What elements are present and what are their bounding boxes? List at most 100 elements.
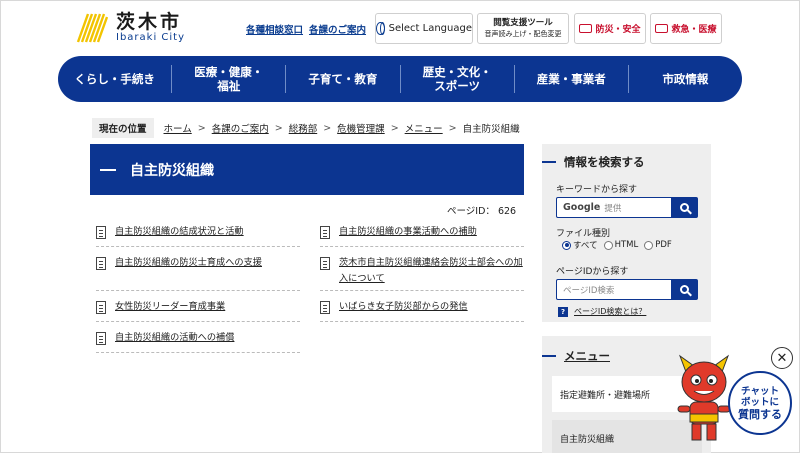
emergency-label: 救急・医療 <box>671 25 717 35</box>
link-activity-subsidy[interactable]: 自主防災組織の事業活動への補助 <box>339 224 477 240</box>
page-title: 自主防災組織 <box>130 162 214 179</box>
globe-icon <box>376 22 385 35</box>
breadcrumb-separator: > <box>197 122 206 134</box>
keyword-search-button[interactable] <box>671 198 697 217</box>
breadcrumb: 現在の位置 ホーム > 各課のご案内 > 総務部 > 危機管理課 > メニュー … <box>92 118 520 138</box>
breadcrumb-menu[interactable]: メニュー <box>405 121 443 135</box>
document-icon <box>320 301 330 314</box>
title-dash <box>100 168 116 171</box>
document-icon <box>320 226 330 239</box>
pageid-search-box: ページID検索 <box>556 279 698 300</box>
list-item: 自主防災組織の結成状況と活動 <box>96 224 300 247</box>
chatbot-line2: ボットに <box>740 396 779 408</box>
filetype-radio-all[interactable]: すべて <box>562 239 598 251</box>
global-nav: くらし・手続き 医療・健康・福祉 子育て・教育 歴史・文化・スポーツ 産業・事業… <box>58 56 742 102</box>
document-icon <box>96 301 106 314</box>
page-id: ページID： 626 <box>447 206 517 217</box>
emergency-medical-button[interactable]: 救急・医療 <box>650 13 722 44</box>
radio-dot <box>644 240 654 250</box>
list-item: いばらき女子防災部からの発信 <box>320 299 524 322</box>
pageid-help-link[interactable]: ページID検索とは？ <box>574 306 646 317</box>
alert-icon <box>579 24 593 33</box>
pageid-search-input[interactable]: ページID検索 <box>557 280 671 299</box>
chatbot-line3: 質問する <box>738 407 782 421</box>
filetype-radio-html[interactable]: HTML <box>603 240 639 250</box>
tool-sub-label: 音声読み上げ・配色変更 <box>484 29 562 38</box>
breadcrumb-here-label: 現在の位置 <box>92 118 154 138</box>
pageid-label: ページIDから探す <box>556 267 629 277</box>
breadcrumb-crisis-management[interactable]: 危機管理課 <box>337 121 385 135</box>
keyword-search-box: Google 提供 <box>556 197 698 218</box>
question-icon: ? <box>558 306 568 317</box>
pageid-help: ? ページID検索とは？ <box>558 306 646 317</box>
guide-link[interactable]: 各課のご案内 <box>309 22 366 36</box>
logo-mark-icon <box>76 12 108 44</box>
select-language-label: Select Language <box>388 23 472 34</box>
disaster-label: 防災・安全 <box>595 25 641 35</box>
consult-link[interactable]: 各種相談窓口 <box>246 22 303 36</box>
breadcrumb-general-affairs[interactable]: 総務部 <box>289 121 318 135</box>
filetype-radio-pdf[interactable]: PDF <box>644 240 672 250</box>
google-label: Google <box>563 202 601 213</box>
search-heading-label: 情報を検索する <box>564 155 645 169</box>
search-icon <box>679 285 689 294</box>
ambulance-icon <box>655 24 669 33</box>
search-icon <box>679 203 689 212</box>
chatbot-button[interactable]: チャット ボットに 質問する <box>728 371 792 435</box>
nav-item-culture[interactable]: 歴史・文化・スポーツ <box>401 65 515 93</box>
document-icon <box>96 257 106 270</box>
filetype-pdf-label: PDF <box>655 240 672 250</box>
breadcrumb-guide[interactable]: 各課のご案内 <box>212 121 269 135</box>
link-women-leader[interactable]: 女性防災リーダー育成事業 <box>115 299 225 315</box>
nav-item-city-info[interactable]: 市政情報 <box>629 65 742 93</box>
breadcrumb-current: 自主防災組織 <box>462 124 520 135</box>
link-liaison-membership[interactable]: 茨木市自主防災組織連絡会防災士部会への加入について <box>339 255 524 287</box>
breadcrumb-separator: > <box>323 122 332 134</box>
nav-item-health[interactable]: 医療・健康・福祉 <box>172 65 287 93</box>
list-item: 自主防災組織の活動への補償 <box>96 330 300 353</box>
keyword-search-input[interactable]: Google 提供 <box>557 198 671 217</box>
breadcrumb-separator: > <box>274 122 283 134</box>
heading-dash <box>542 161 556 163</box>
select-language-button[interactable]: Select Language <box>375 13 473 44</box>
chatbot-mascot-icon[interactable] <box>672 352 736 444</box>
filetype-radio-group: すべて HTML PDF <box>562 239 678 251</box>
breadcrumb-separator: > <box>390 122 399 134</box>
document-icon <box>320 257 330 270</box>
tool-label: 閲覧支援ツール <box>493 17 553 28</box>
link-activity-compensation[interactable]: 自主防災組織の活動への補償 <box>115 330 234 346</box>
heading-dash <box>542 355 556 357</box>
list-item: 女性防災リーダー育成事業 <box>96 299 300 322</box>
sidebar-search-panel: 情報を検索する キーワードから探す Google 提供 ファイル種別 すべて H… <box>542 144 711 322</box>
browsing-support-tool-button[interactable]: 閲覧支援ツール 音声読み上げ・配色変更 <box>477 13 569 44</box>
list-item: 自主防災組織の事業活動への補助 <box>320 224 524 247</box>
nav-item-culture-label: 歴史・文化・スポーツ <box>422 65 492 93</box>
google-sub-label: 提供 <box>604 203 622 214</box>
page-title-bar: 自主防災組織 <box>90 144 524 195</box>
site-logo[interactable]: 茨木市 Ibaraki City <box>76 12 185 44</box>
document-icon <box>96 226 106 239</box>
search-heading: 情報を検索する <box>542 154 711 170</box>
link-girls-disaster-club[interactable]: いばらき女子防災部からの発信 <box>339 299 468 315</box>
nav-item-health-label: 医療・健康・福祉 <box>194 65 264 93</box>
nav-item-industry[interactable]: 産業・事業者 <box>515 65 629 93</box>
filetype-label: ファイル種別 <box>556 229 611 239</box>
disaster-safety-button[interactable]: 防災・安全 <box>574 13 646 44</box>
chatbot-close-icon[interactable]: ✕ <box>771 347 793 369</box>
breadcrumb-home[interactable]: ホーム <box>164 121 192 135</box>
nav-item-living[interactable]: くらし・手続き <box>58 65 173 93</box>
radio-dot <box>562 240 571 250</box>
filetype-all-label: すべて <box>573 241 598 251</box>
pageid-search-button[interactable] <box>671 280 697 299</box>
filetype-html-label: HTML <box>614 240 639 250</box>
logo-english: Ibaraki City <box>116 32 186 43</box>
link-training-support[interactable]: 自主防災組織の防災士育成への支援 <box>115 255 262 271</box>
list-item: 自主防災組織の防災士育成への支援 <box>96 255 300 291</box>
nav-item-childcare[interactable]: 子育て・教育 <box>286 65 401 93</box>
chatbot-line1: チャット <box>741 385 779 397</box>
list-item: 茨木市自主防災組織連絡会防災士部会への加入について <box>320 255 524 291</box>
keyword-label: キーワードから探す <box>556 185 638 195</box>
link-formation-status[interactable]: 自主防災組織の結成状況と活動 <box>115 224 244 240</box>
document-icon <box>96 332 106 345</box>
logo-japanese: 茨木市 <box>116 11 183 33</box>
